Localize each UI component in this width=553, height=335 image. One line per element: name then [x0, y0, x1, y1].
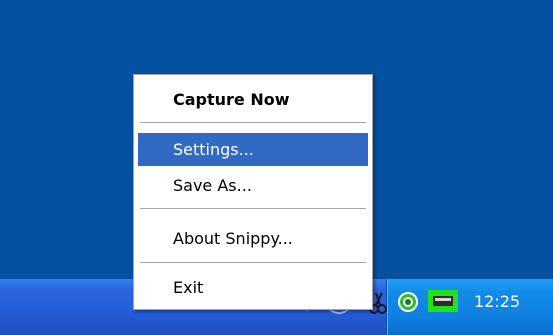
menu-item-exit[interactable]: Exit — [138, 271, 368, 304]
menu-item-about-snippy[interactable]: About Snippy... — [138, 222, 368, 255]
menu-separator — [140, 122, 366, 124]
menu-item-capture-now[interactable]: Capture Now — [138, 83, 368, 116]
menu-item-settings[interactable]: Settings... — [138, 133, 368, 166]
target-icon[interactable] — [397, 291, 419, 313]
menu-separator — [140, 262, 366, 264]
menu-item-save-as[interactable]: Save As... — [138, 169, 368, 202]
tray-clock[interactable]: 12:25 — [474, 292, 520, 312]
network-icon[interactable] — [428, 290, 458, 312]
menu-separator — [140, 208, 366, 210]
context-menu: Capture Now Settings... Save As... About… — [133, 74, 373, 310]
